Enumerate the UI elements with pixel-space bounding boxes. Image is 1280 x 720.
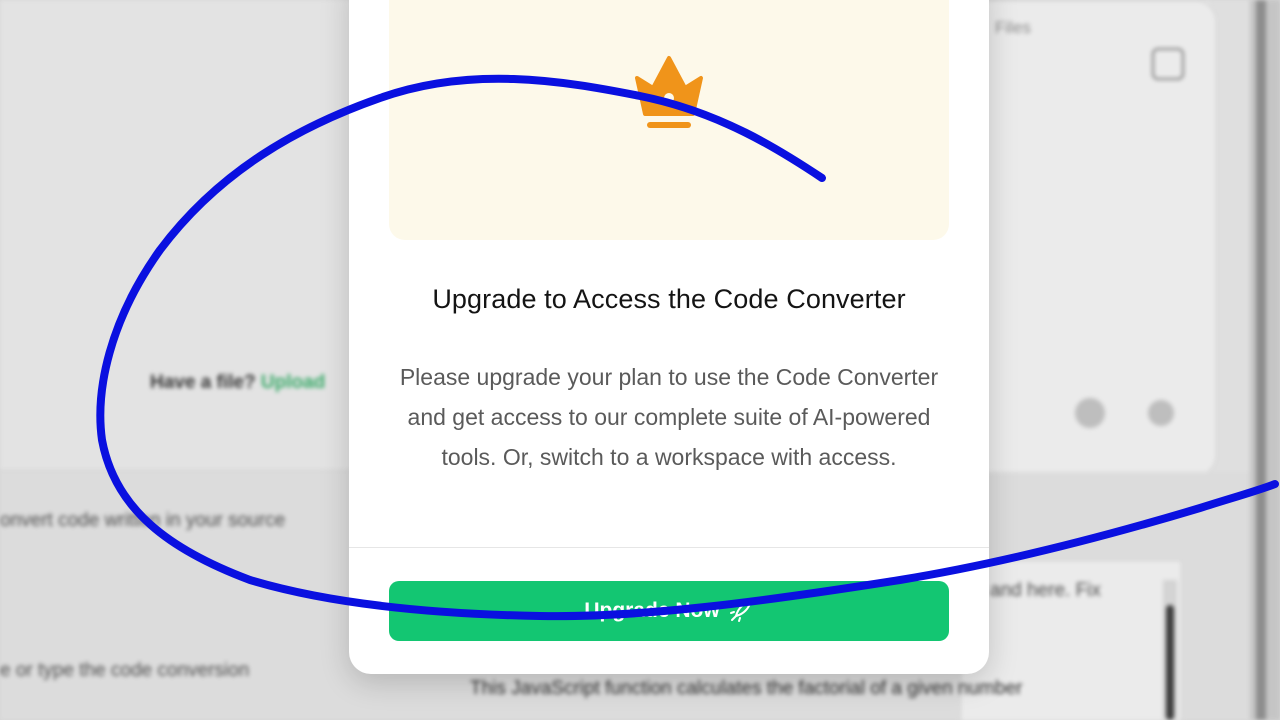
modal-title: Upgrade to Access the Code Converter bbox=[432, 284, 906, 314]
upgrade-now-label: Upgrade Now bbox=[584, 599, 720, 622]
modal-description: Please upgrade your plan to use the Code… bbox=[399, 364, 939, 470]
upgrade-now-button[interactable]: Upgrade Now bbox=[389, 581, 949, 641]
screen: Files Have a file? Upload onvert code wr… bbox=[0, 0, 1280, 720]
rocket-icon bbox=[729, 600, 752, 622]
modal-divider bbox=[349, 547, 989, 548]
crown-icon bbox=[635, 56, 703, 128]
upgrade-modal: Upgrade to Access the Code Converter Ple… bbox=[349, 0, 989, 674]
